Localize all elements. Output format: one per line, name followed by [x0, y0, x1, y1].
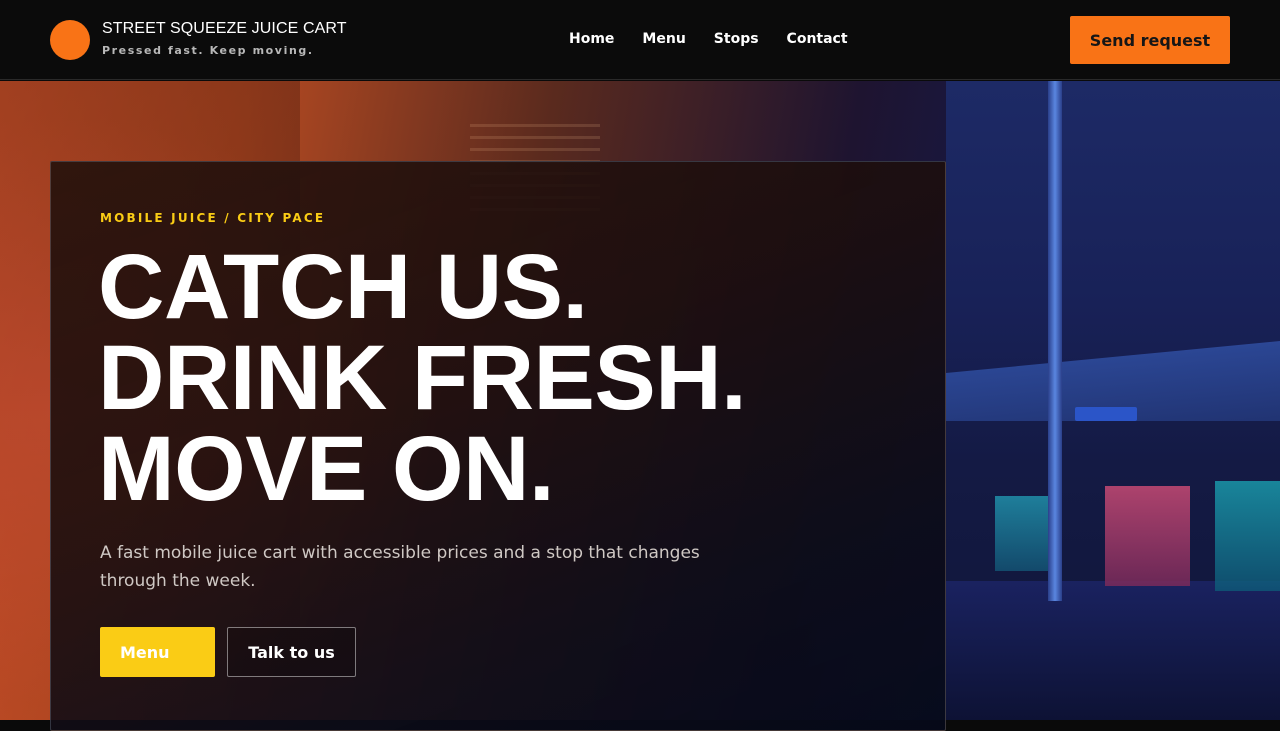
hero-card: MOBILE JUICE / CITY PACE CATCH US. DRINK…	[50, 161, 946, 731]
background-shopfront	[1105, 486, 1190, 586]
nav-item-menu[interactable]: Menu	[642, 31, 685, 47]
hero-description: A fast mobile juice cart with accessible…	[100, 543, 700, 591]
top-bar: STREET SQUEEZE JUICE CART Pressed fast. …	[0, 0, 1280, 80]
background-shopfront	[1215, 481, 1280, 591]
nav-item-contact[interactable]: Contact	[787, 31, 848, 47]
nav-item-home[interactable]: Home	[569, 31, 614, 47]
background-shopfront	[995, 496, 1050, 571]
send-request-button[interactable]: Send request	[1070, 16, 1230, 64]
brand-tagline: Pressed fast. Keep moving.	[102, 44, 314, 57]
hero-headline: CATCH US. DRINK FRESH. MOVE ON.	[98, 236, 747, 520]
background-pole	[1048, 81, 1062, 601]
talk-to-us-button[interactable]: Talk to us	[227, 627, 356, 677]
main-nav: Home Menu Stops Contact	[569, 31, 848, 47]
background-street	[946, 581, 1280, 720]
hero-headline-line: CATCH US.	[98, 236, 588, 338]
brand-name[interactable]: STREET SQUEEZE JUICE CART	[102, 20, 347, 38]
hero-headline-line: DRINK FRESH.	[98, 327, 747, 429]
nav-item-stops[interactable]: Stops	[714, 31, 759, 47]
brand-logo-icon[interactable]	[50, 20, 90, 60]
hero-headline-line: MOVE ON.	[98, 418, 555, 520]
background-street-sign	[1075, 407, 1137, 421]
menu-button[interactable]: Menu	[100, 627, 215, 677]
hero-eyebrow: MOBILE JUICE / CITY PACE	[100, 211, 326, 225]
